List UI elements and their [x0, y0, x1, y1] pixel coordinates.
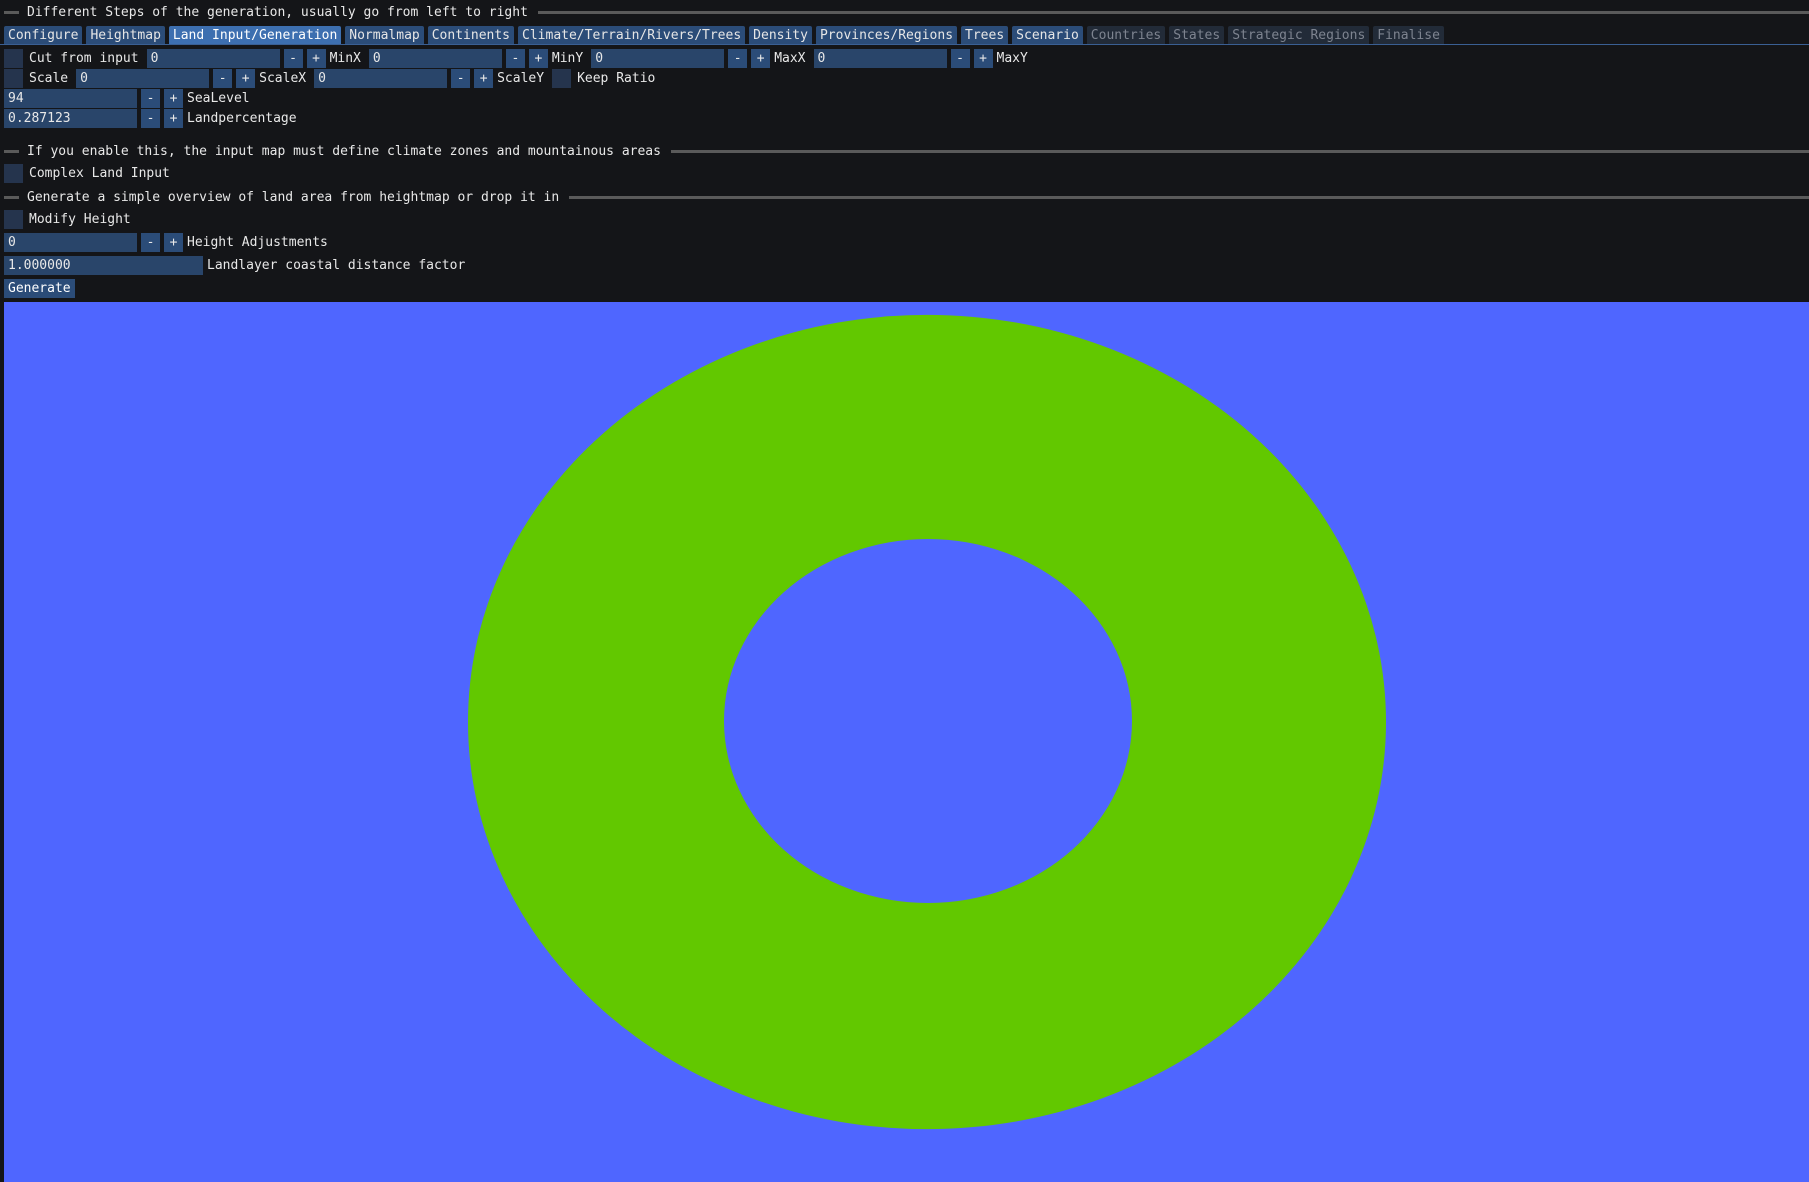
complex-land-input-label: Complex Land Input: [29, 165, 170, 181]
tab-climate-terrain-rivers-trees[interactable]: Climate/Terrain/Rivers/Trees: [518, 26, 746, 45]
sealevel-input[interactable]: 94: [4, 88, 137, 108]
keep-ratio-checkbox[interactable]: [552, 68, 572, 88]
cut-from-input-checkbox[interactable]: [4, 48, 23, 68]
separator-dash: [4, 195, 19, 199]
sealevel-label: SeaLevel: [187, 90, 250, 106]
landpercentage-input[interactable]: 0.287123: [4, 108, 137, 128]
scaley-label: ScaleY: [497, 70, 545, 86]
separator-dash: [4, 10, 19, 14]
miny-input[interactable]: 0: [368, 48, 502, 68]
maxx-label: MaxX: [774, 50, 806, 66]
coastal-factor-label: Landlayer coastal distance factor: [207, 257, 466, 273]
maxx-minus-button[interactable]: -: [728, 48, 748, 68]
scalex-minus-button[interactable]: -: [213, 68, 233, 88]
tab-strategic-regions[interactable]: Strategic Regions: [1228, 26, 1370, 45]
scale-row: Scale 0 - + ScaleX 0 - + ScaleY Keep Rat…: [4, 68, 663, 88]
cut-row: Cut from input 0 - + MinX 0 - + MinY 0 -…: [4, 48, 1036, 68]
modify-height-row: Modify Height: [4, 209, 139, 229]
maxy-minus-button[interactable]: -: [950, 48, 970, 68]
tab-finalise[interactable]: Finalise: [1373, 26, 1444, 45]
tab-provinces-regions[interactable]: Provinces/Regions: [815, 26, 958, 45]
miny-label: MinY: [551, 50, 584, 66]
separator-line: [670, 149, 1809, 153]
landpercentage-plus-button[interactable]: +: [164, 108, 183, 128]
landpercentage-row: 0.287123 - + Landpercentage: [4, 108, 305, 128]
landpercentage-label: Landpercentage: [187, 110, 297, 126]
complex-land-input-checkbox[interactable]: [4, 163, 23, 183]
tab-states[interactable]: States: [1169, 26, 1225, 45]
separator-dash: [4, 149, 19, 153]
scaley-minus-button[interactable]: -: [451, 68, 471, 88]
maxy-input[interactable]: 0: [813, 48, 947, 68]
coastal-factor-row: 1.000000 Landlayer coastal distance fact…: [4, 255, 473, 275]
separator-line: [569, 195, 1809, 199]
simple-separator: Generate a simple overview of land area …: [0, 187, 1809, 207]
complex-section-title: If you enable this, the input map must d…: [27, 143, 661, 159]
minx-input[interactable]: 0: [146, 48, 280, 68]
scaley-input[interactable]: 0: [314, 68, 448, 88]
maxy-plus-button[interactable]: +: [973, 48, 993, 68]
coastal-factor-input[interactable]: 1.000000: [4, 255, 203, 275]
maxy-label: MaxY: [996, 50, 1028, 66]
miny-minus-button[interactable]: -: [505, 48, 525, 68]
maxx-plus-button[interactable]: +: [751, 48, 771, 68]
tab-configure[interactable]: Configure: [4, 26, 83, 45]
complex-land-row: Complex Land Input: [4, 163, 178, 183]
height-adjustments-input[interactable]: 0: [4, 232, 137, 252]
cut-from-input-label: Cut from input: [29, 50, 139, 66]
scale-checkbox[interactable]: [4, 68, 23, 88]
tab-density[interactable]: Density: [749, 26, 812, 45]
height-adjustments-plus-button[interactable]: +: [164, 232, 183, 252]
tab-countries[interactable]: Countries: [1086, 26, 1166, 45]
scalex-plus-button[interactable]: +: [236, 68, 256, 88]
tab-continents[interactable]: Continents: [427, 26, 515, 45]
tab-bar-underline: [0, 44, 1809, 45]
minx-plus-button[interactable]: +: [306, 48, 326, 68]
scale-label: Scale: [29, 70, 69, 86]
height-adjustments-row: 0 - + Height Adjustments: [4, 232, 336, 252]
tab-trees[interactable]: Trees: [961, 26, 1009, 45]
sealevel-plus-button[interactable]: +: [164, 88, 183, 108]
land-map-preview: [4, 302, 1809, 1182]
separator-line: [537, 10, 1809, 14]
tab-bar: Configure Heightmap Land Input/Generation N…: [4, 26, 1444, 45]
modify-height-label: Modify Height: [29, 211, 131, 227]
tab-land-input-generation[interactable]: Land Input/Generation: [168, 26, 342, 45]
keep-ratio-label: Keep Ratio: [577, 70, 656, 86]
scalex-label: ScaleX: [259, 70, 307, 86]
complex-separator: If you enable this, the input map must d…: [0, 141, 1809, 161]
sealevel-row: 94 - + SeaLevel: [4, 88, 258, 108]
height-adjustments-minus-button[interactable]: -: [141, 232, 160, 252]
scaley-plus-button[interactable]: +: [474, 68, 494, 88]
generate-row: Generate: [4, 278, 75, 298]
steps-separator: Different Steps of the generation, usual…: [0, 2, 1809, 22]
modify-height-checkbox[interactable]: [4, 209, 23, 229]
landpercentage-minus-button[interactable]: -: [141, 108, 160, 128]
tab-scenario[interactable]: Scenario: [1012, 26, 1083, 45]
minx-label: MinX: [329, 50, 361, 66]
maxx-input[interactable]: 0: [591, 48, 725, 68]
steps-title: Different Steps of the generation, usual…: [27, 4, 528, 20]
scalex-input[interactable]: 0: [76, 68, 210, 88]
simple-section-title: Generate a simple overview of land area …: [27, 189, 560, 205]
sealevel-minus-button[interactable]: -: [141, 88, 160, 108]
height-adjustments-label: Height Adjustments: [187, 234, 328, 250]
miny-plus-button[interactable]: +: [528, 48, 548, 68]
generate-button[interactable]: Generate: [4, 278, 75, 298]
tab-heightmap[interactable]: Heightmap: [86, 26, 165, 45]
minx-minus-button[interactable]: -: [283, 48, 303, 68]
tab-normalmap[interactable]: Normalmap: [345, 26, 424, 45]
